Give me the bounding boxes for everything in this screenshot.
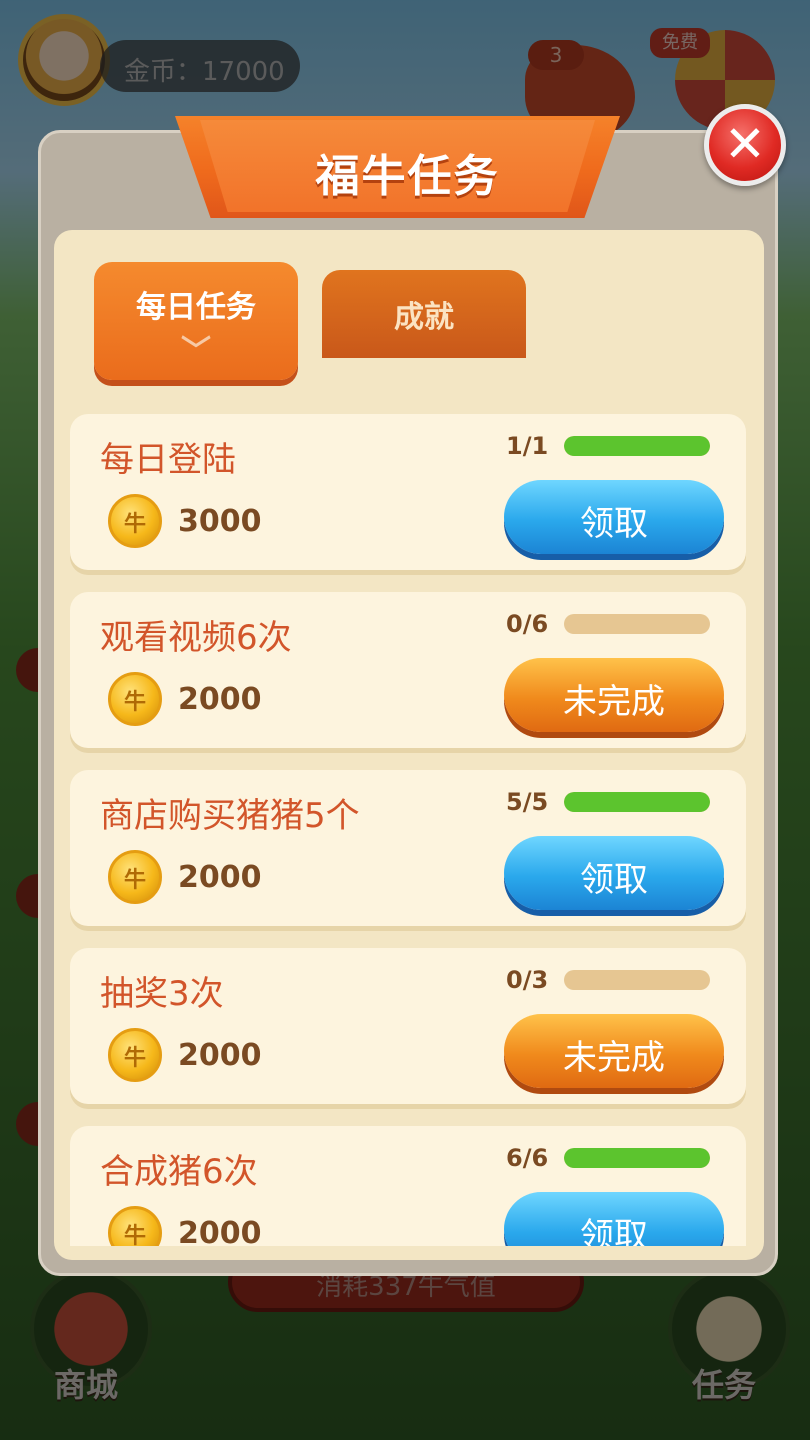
claim-button-label: 领取 — [580, 1216, 648, 1246]
coin-icon: 牛 — [108, 494, 162, 548]
incomplete-button-label: 未完成 — [563, 1038, 665, 1078]
task-reward: 2000 — [178, 1216, 262, 1246]
task-reward: 3000 — [178, 504, 262, 539]
progress-bar — [564, 436, 710, 456]
progress-fill — [564, 436, 710, 456]
progress-bar — [564, 792, 710, 812]
incomplete-button-label: 未完成 — [563, 682, 665, 722]
coin-icon: 牛 — [108, 850, 162, 904]
task-name: 抽奖3次 — [100, 974, 224, 1014]
progress-fill — [564, 1148, 710, 1168]
progress-bar — [564, 970, 710, 990]
task-reward: 2000 — [178, 860, 262, 895]
task-card: 观看视频6次 牛 2000 0/6 未完成 — [70, 592, 746, 748]
task-progress-label: 5/5 — [506, 788, 549, 816]
task-progress-label: 6/6 — [506, 1144, 549, 1172]
task-card: 抽奖3次 牛 2000 0/3 未完成 — [70, 948, 746, 1104]
claim-button-label: 领取 — [580, 504, 648, 544]
task-progress-label: 0/6 — [506, 610, 549, 638]
progress-bar — [564, 1148, 710, 1168]
task-reward: 2000 — [178, 1038, 262, 1073]
task-card: 商店购买猪猪5个 牛 2000 5/5 领取 — [70, 770, 746, 926]
coin-icon: 牛 — [108, 1028, 162, 1082]
claim-button[interactable]: 领取 — [504, 836, 724, 910]
task-progress-label: 0/3 — [506, 966, 549, 994]
task-name: 每日登陆 — [100, 440, 236, 480]
task-name: 商店购买猪猪5个 — [100, 796, 360, 836]
coin-icon: 牛 — [108, 1206, 162, 1246]
task-reward: 2000 — [178, 682, 262, 717]
claim-button[interactable]: 领取 — [504, 1192, 724, 1246]
task-card: 合成猪6次 牛 2000 6/6 领取 — [70, 1126, 746, 1246]
task-list: 每日登陆 牛 3000 1/1 领取 观看视频6次 牛 2000 0/6 未完成… — [0, 0, 810, 1246]
coin-icon: 牛 — [108, 672, 162, 726]
claim-button-label: 领取 — [580, 860, 648, 900]
task-name: 观看视频6次 — [100, 618, 292, 658]
progress-fill — [564, 792, 710, 812]
task-card: 每日登陆 牛 3000 1/1 领取 — [70, 414, 746, 570]
incomplete-button[interactable]: 未完成 — [504, 658, 724, 732]
claim-button[interactable]: 领取 — [504, 480, 724, 554]
progress-bar — [564, 614, 710, 634]
task-name: 合成猪6次 — [100, 1152, 258, 1192]
task-progress-label: 1/1 — [506, 432, 549, 460]
incomplete-button[interactable]: 未完成 — [504, 1014, 724, 1088]
